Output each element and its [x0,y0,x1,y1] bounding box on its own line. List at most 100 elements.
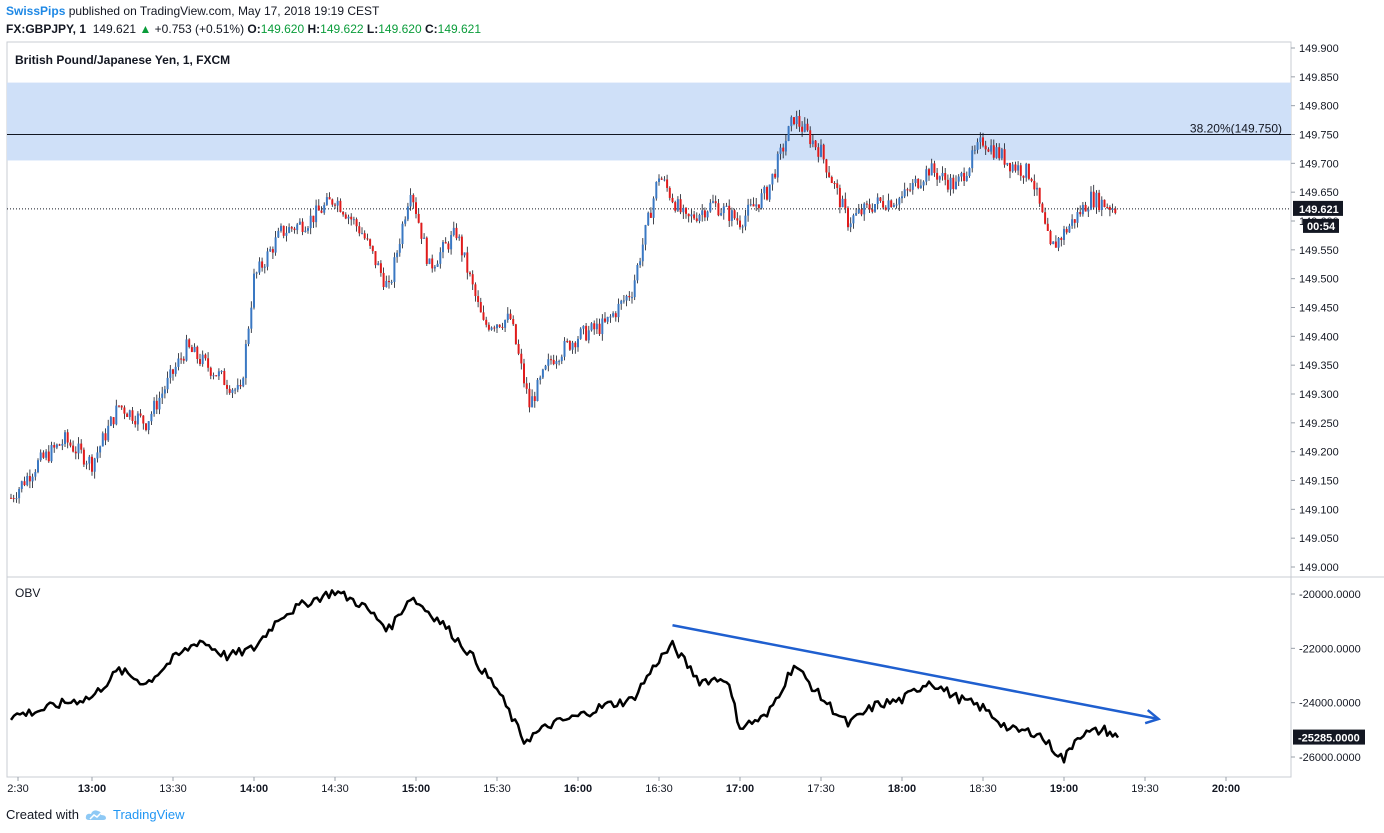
candle-body [949,177,952,190]
obv-series-line[interactable] [9,589,1120,764]
candle-body [801,126,804,132]
candle-body [652,198,655,218]
candle-body [490,327,493,330]
candle-body [952,177,955,190]
candle-body [706,211,709,218]
price-tick-label: 149.100 [1299,504,1339,516]
candle-body [231,389,234,393]
candle-body [955,181,957,190]
candle-body [85,463,88,465]
candle-body [595,323,598,330]
candle-body [471,274,474,285]
candle-body [393,257,396,282]
price-tick-label: 149.200 [1299,447,1339,459]
candle-body [142,415,145,424]
time-axis[interactable]: 2:30 13:00 13:30 14:00 14:30 15:00 15:30 16:00 1… [7,777,1240,795]
candle-body [155,400,158,410]
candle-body [439,252,442,264]
candle-body [223,370,226,385]
candle-body [323,204,326,213]
candle-body [193,346,196,353]
candle-body [806,123,809,131]
candle-body [566,340,569,342]
candle-body [307,228,309,231]
candle-body [1041,203,1044,213]
candle-body [585,325,588,341]
candle-body [158,397,161,410]
candle-body [784,140,787,152]
candle-body [568,340,571,350]
candle-body [655,181,658,199]
price-axis[interactable]: 149.900 149.850 149.800 149.750 149.700 149.6… [1291,43,1339,574]
candle-body [1019,165,1022,176]
candle-body [20,481,23,489]
candle-body [755,204,758,207]
chart-canvas[interactable]: 38.20%(149.750) British Pound/Japanese Y… [0,0,1384,805]
candle-body [61,443,64,446]
candle-body [1009,162,1011,172]
candle-body [1057,238,1060,248]
candle-body [374,251,377,266]
candle-body [120,405,123,408]
candle-body [269,249,272,252]
candle-body [690,214,693,217]
candle-body [998,147,1001,159]
candle-body [1011,164,1014,172]
obv-tick-label: -24000.0000 [1299,698,1361,710]
candle-body [74,451,77,454]
price-tick-label: 149.900 [1299,43,1339,55]
candle-body [517,344,520,354]
candle-body [420,222,423,239]
candle-body [363,233,366,239]
candle-body [647,212,650,226]
tradingview-brand-link[interactable]: TradingView [113,807,185,822]
candle-body [666,179,669,188]
candle-body [776,153,779,178]
candle-body [544,365,547,370]
candle-body [882,201,885,208]
candle-body [574,342,577,348]
candle-body [506,313,509,321]
time-tick-label: 17:00 [726,783,754,795]
candle-body [77,443,80,454]
obv-trendline[interactable] [672,624,1159,721]
candle-body [917,178,920,188]
candle-body [714,201,717,204]
candle-body [587,330,590,341]
candle-body [118,405,120,407]
candle-body [1006,162,1009,165]
candle-body [406,206,409,220]
candle-body [1079,212,1082,215]
candle-body [617,303,620,318]
candle-body [1017,165,1020,171]
candle-body [1084,204,1087,212]
candle-body [558,361,561,363]
candle-body [247,328,250,344]
candle-body [379,263,382,273]
candle-body [266,251,269,267]
candle-body [682,207,685,213]
candle-body [695,218,698,221]
candle-body [631,297,633,299]
candle-body [539,377,542,380]
candle-body [709,202,712,212]
candle-body [166,377,169,390]
candle-body [169,369,172,378]
candle-body [968,168,971,176]
candle-body [520,353,523,364]
candle-body [415,202,417,214]
candle-body [790,117,793,127]
candle-body [412,194,415,203]
candle-body [895,204,898,206]
candlestick-series[interactable] [10,109,1117,504]
candle-body [766,187,768,200]
candle-body [703,210,706,218]
candle-body [579,328,582,339]
candle-body [174,366,177,374]
candle-body [1081,204,1084,215]
candle-body [361,233,363,235]
candle-body [396,252,399,258]
countdown-value: 00:54 [1307,221,1336,233]
candle-body [498,324,501,327]
candle-body [398,244,401,253]
